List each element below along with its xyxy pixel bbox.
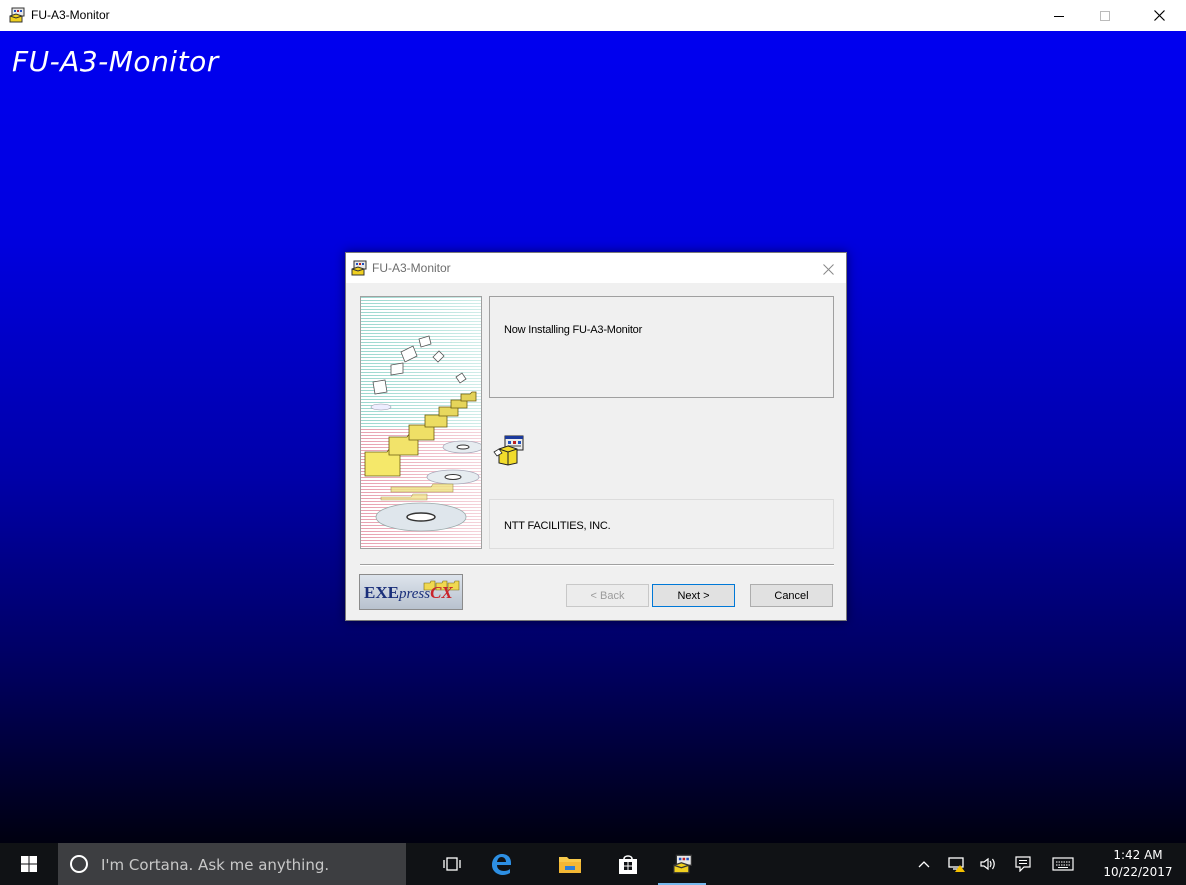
exepress-cx-logo: EXEpressCX <box>359 574 463 610</box>
taskbar: I'm Cortana. Ask me anything. 1:42 AM 10… <box>0 843 1186 885</box>
artwork-illustration <box>361 297 481 548</box>
keyboard-icon <box>1052 857 1074 871</box>
window-titlebar: FU-A3-Monitor <box>0 0 1186 31</box>
app-icon <box>9 7 25 23</box>
clock-time: 1:42 AM <box>1113 848 1163 862</box>
close-icon <box>1153 10 1165 21</box>
app-icon <box>351 260 367 276</box>
store-button[interactable] <box>604 843 652 885</box>
file-explorer-button[interactable] <box>546 843 594 885</box>
edge-icon <box>492 854 511 875</box>
dialog-title: FU-A3-Monitor <box>372 261 451 275</box>
cortana-search-box[interactable]: I'm Cortana. Ask me anything. <box>58 843 406 885</box>
minimize-icon <box>1054 15 1064 17</box>
windows-logo-icon <box>21 856 37 872</box>
installing-message: Now Installing FU-A3-Monitor <box>504 324 643 336</box>
fu-a3-monitor-taskbar-button[interactable] <box>658 843 706 885</box>
task-view-button[interactable] <box>428 843 476 885</box>
cortana-icon <box>70 855 88 873</box>
installer-side-artwork <box>360 296 482 549</box>
dialog-close-button[interactable] <box>816 258 840 280</box>
setup-package-icon <box>493 435 524 466</box>
search-placeholder: I'm Cortana. Ask me anything. <box>101 856 330 874</box>
volume-button[interactable] <box>976 843 1002 885</box>
status-message-panel: Now Installing FU-A3-Monitor <box>489 296 834 398</box>
volume-icon <box>980 857 995 871</box>
close-button[interactable] <box>1136 0 1182 31</box>
minimize-button[interactable] <box>1036 0 1082 31</box>
cancel-button[interactable]: Cancel <box>750 584 833 607</box>
fu-a3-monitor-app-icon <box>673 854 692 874</box>
touch-keyboard-button[interactable] <box>1048 843 1078 885</box>
chevron-up-icon <box>918 861 930 868</box>
show-hidden-icons-button[interactable] <box>912 843 936 885</box>
company-panel: NTT FACILITIES, INC. <box>489 499 834 549</box>
company-name: NTT FACILITIES, INC. <box>504 520 611 532</box>
dialog-separator <box>360 564 834 566</box>
window-title: FU-A3-Monitor <box>31 8 110 22</box>
installer-dialog: FU-A3-Monitor Now Installing FU-A3-Monit… <box>345 252 847 621</box>
next-button[interactable]: Next > <box>652 584 735 607</box>
logo-text: EXEpressCX <box>364 583 453 602</box>
installer-banner-title: FU-A3-Monitor <box>12 45 219 78</box>
taskbar-clock[interactable]: 1:42 AM 10/22/2017 <box>1100 847 1176 881</box>
dialog-titlebar: FU-A3-Monitor <box>346 253 846 283</box>
network-button[interactable] <box>944 843 970 885</box>
close-icon <box>822 263 834 275</box>
maximize-button[interactable] <box>1082 0 1128 31</box>
action-center-icon <box>1015 856 1031 872</box>
edge-button[interactable] <box>477 843 525 885</box>
task-view-icon <box>443 857 461 871</box>
maximize-icon <box>1100 10 1110 21</box>
back-button[interactable]: < Back <box>566 584 649 607</box>
start-button[interactable] <box>0 843 58 885</box>
clock-date: 10/22/2017 <box>1103 865 1173 879</box>
store-icon <box>619 855 637 874</box>
network-warning-icon <box>948 857 965 872</box>
file-explorer-icon <box>559 857 581 873</box>
action-center-button[interactable] <box>1010 843 1036 885</box>
